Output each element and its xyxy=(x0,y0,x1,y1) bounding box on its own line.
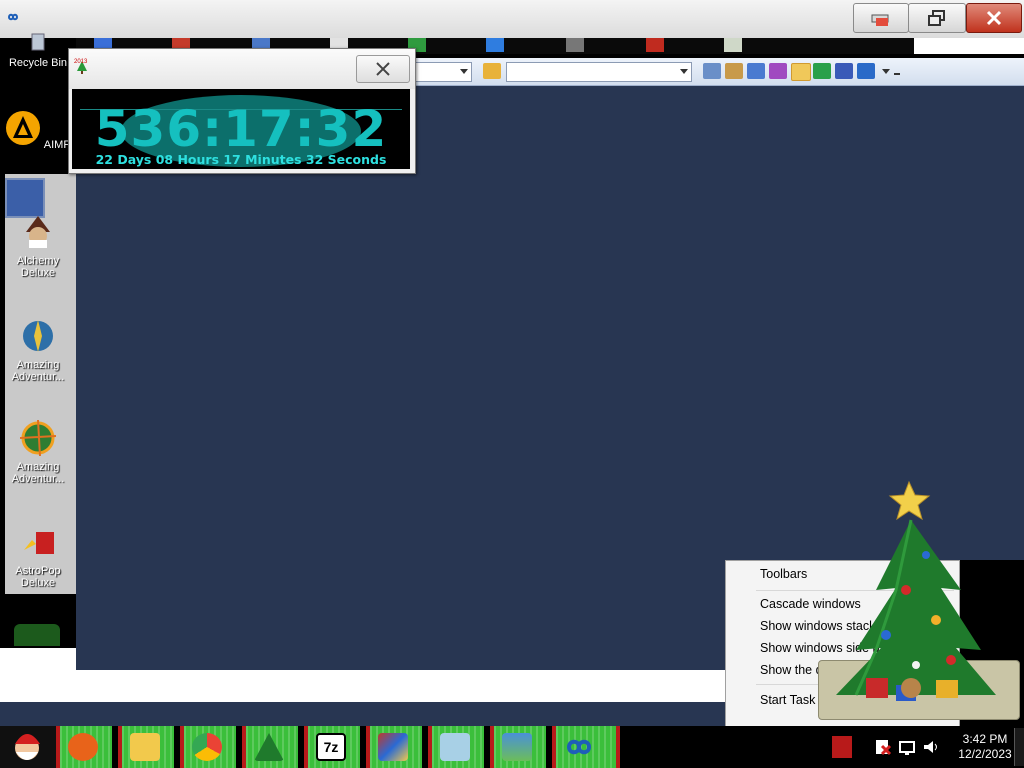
recycle-bin-icon xyxy=(31,33,45,51)
paint-icon xyxy=(378,733,408,761)
globe-icon xyxy=(19,419,57,457)
action-center-icon[interactable] xyxy=(874,738,892,756)
countdown-window: 2013 536:17:32 22 Days 08 Hours 17 Minut… xyxy=(68,48,416,174)
close-button[interactable] xyxy=(966,3,1022,33)
game-icon[interactable] xyxy=(14,624,60,646)
close-icon xyxy=(986,10,1002,26)
clock-date: 12/2/2023 xyxy=(958,747,1012,761)
desktop-icon-astropop-deluxe[interactable]: AstroPop Deluxe xyxy=(0,524,76,589)
countdown-time: 536:17:32 xyxy=(94,100,388,158)
tray-clock[interactable]: 3:42 PM 12/2/2023 xyxy=(950,732,1020,762)
tray-app-icon[interactable] xyxy=(832,736,852,758)
restore-button[interactable] xyxy=(908,3,966,33)
chevron-down-icon[interactable] xyxy=(882,69,890,74)
taskbar-christmas-tree[interactable] xyxy=(242,726,298,768)
shortcut-icon[interactable] xyxy=(566,38,584,52)
desktop-icon-label: AIMP xyxy=(43,139,71,151)
notepad-icon xyxy=(440,733,470,761)
close-icon xyxy=(376,62,390,76)
app-toolbar xyxy=(412,58,1024,86)
toolbar-button[interactable] xyxy=(813,63,831,79)
wizard-icon xyxy=(26,216,50,248)
desktop-icon-alchemy-deluxe[interactable]: Alchemy Deluxe xyxy=(0,214,76,279)
start-button[interactable] xyxy=(0,726,56,768)
toolbar-overflow-icon[interactable] xyxy=(894,73,900,75)
terminal-icon xyxy=(5,178,45,218)
toolbar-button[interactable] xyxy=(703,63,721,79)
system-tray: 3:42 PM 12/2/2023 xyxy=(830,726,1024,768)
toolbar-combo-1[interactable] xyxy=(414,62,472,82)
desktop-icon-recycle-bin[interactable]: Recycle Bin xyxy=(0,32,76,69)
restore-icon xyxy=(928,10,945,26)
minimize-button[interactable] xyxy=(853,3,909,33)
shortcut-icon[interactable] xyxy=(486,38,504,52)
tools-icon[interactable] xyxy=(791,63,811,81)
desktop-icon-label: Amazing Adventur... xyxy=(11,359,65,383)
toolbar-button[interactable] xyxy=(835,63,853,79)
desktop-icon-label: Amazing Adventur... xyxy=(11,461,65,485)
window-title-bar xyxy=(0,0,1024,39)
taskbar-7zip[interactable]: 7z xyxy=(304,726,360,768)
taskbar-infinity-app[interactable] xyxy=(552,726,620,768)
minimize-icon xyxy=(871,14,889,26)
taskbar-paint[interactable] xyxy=(366,726,422,768)
taskbar-file-explorer[interactable] xyxy=(118,726,174,768)
compass-icon xyxy=(23,320,53,352)
file-explorer-icon xyxy=(130,733,160,761)
toolbar-button[interactable] xyxy=(769,63,787,79)
open-folder-icon[interactable] xyxy=(483,63,501,79)
shortcut-icon[interactable] xyxy=(724,38,742,52)
countdown-detail: 22 Days 08 Hours 17 Minutes 32 Seconds xyxy=(95,152,387,167)
taskbar-firefox[interactable] xyxy=(56,726,112,768)
desktop-icon-label: AstroPop Deluxe xyxy=(15,565,61,589)
network-icon[interactable] xyxy=(898,738,916,756)
christmas-tree-widget[interactable] xyxy=(816,480,1022,720)
clock-time: 3:42 PM xyxy=(962,732,1008,746)
show-desktop-button[interactable] xyxy=(1014,728,1024,766)
shortcut-icon[interactable] xyxy=(646,38,664,52)
desktop-icon-aimp[interactable]: AIMP xyxy=(0,110,76,151)
window-edge xyxy=(914,38,1024,54)
photo-viewer-icon xyxy=(502,733,532,761)
countdown-close-button[interactable] xyxy=(356,55,410,83)
toolbar-combo-2[interactable] xyxy=(506,62,692,82)
countdown-display: 536:17:32 22 Days 08 Hours 17 Minutes 32… xyxy=(72,89,410,169)
firefox-icon xyxy=(68,733,98,761)
desktop-icon-label: Recycle Bin xyxy=(8,57,68,69)
santa-icon xyxy=(15,734,40,760)
countdown-title-bar: 2013 xyxy=(69,49,415,89)
christmas-tree-icon xyxy=(254,733,284,761)
infinity-icon xyxy=(8,13,19,21)
infinity-icon xyxy=(564,733,594,761)
volume-icon[interactable] xyxy=(922,738,940,756)
desktop-icon-amazing-adventures-2[interactable]: Amazing Adventur... xyxy=(0,419,76,485)
aimp-icon xyxy=(6,111,41,145)
astropop-icon xyxy=(24,532,54,554)
taskbar-photo-viewer[interactable] xyxy=(490,726,546,768)
desktop-icon-amazing-adventures-1[interactable]: Amazing Adventur... xyxy=(0,318,76,383)
desktop-icon-label: Alchemy Deluxe xyxy=(16,255,60,279)
7zip-icon: 7z xyxy=(316,733,346,761)
chevron-down-icon xyxy=(680,69,688,74)
taskbar-notepad[interactable] xyxy=(428,726,484,768)
chrome-icon xyxy=(192,733,222,761)
bottom-white-bar xyxy=(0,670,726,702)
desktop-white-area xyxy=(0,648,76,670)
taskbar-chrome[interactable] xyxy=(180,726,236,768)
toolbar-button[interactable] xyxy=(747,63,765,79)
toolbar-button[interactable] xyxy=(725,63,743,79)
toolbar-button[interactable] xyxy=(857,63,875,79)
countdown-icon-label: 2013 xyxy=(74,59,88,65)
bottom-blue-strip xyxy=(0,702,726,726)
chevron-down-icon xyxy=(460,69,468,74)
